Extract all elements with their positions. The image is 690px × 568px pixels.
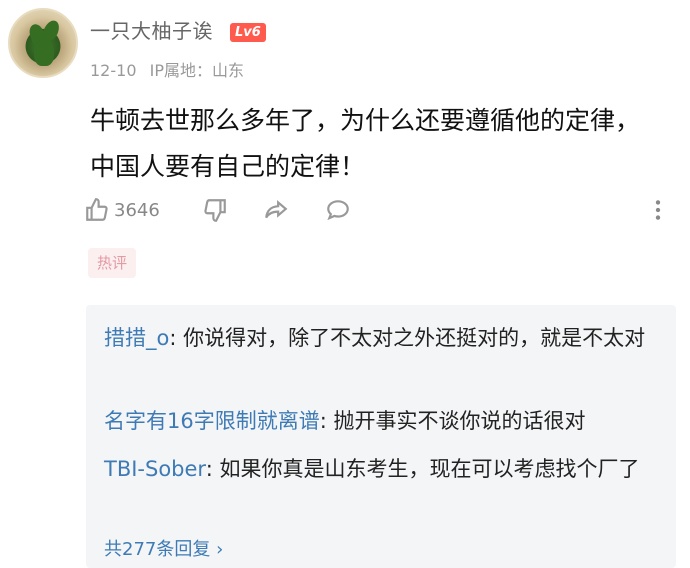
reply-separator: : [169,326,184,350]
comment-text: 牛顿去世那么多年了，为什么还要遵循他的定律， 中国人要有自己的定律！ [90,98,670,190]
reply-author[interactable]: 名字有16字限制就离谱 [104,409,320,433]
comment-date: 12-10 [90,61,137,80]
reply-item[interactable]: TBI-Sober: 如果你真是山东考生，现在可以考虑找个厂了 [104,452,664,486]
like-button[interactable]: 3646 [84,193,160,227]
comment-bubble-icon [327,200,349,221]
ip-location: IP属地：山东 [149,61,244,80]
reply-author[interactable]: TBI-Sober [104,457,206,481]
reply-text: 你说得对，除了不太对之外还挺对的，就是不太对 [183,326,646,350]
reply-box[interactable]: 措措_o: 你说得对，除了不太对之外还挺对的，就是不太对 名字有16字限制就离谱… [86,305,676,568]
reply-author[interactable]: 措措_o [104,326,169,350]
like-count: 3646 [114,199,160,221]
reply-text: 抛开事实不谈你说的话很对 [333,409,586,433]
reply-button[interactable] [324,193,352,227]
avatar[interactable] [8,8,78,78]
username[interactable]: 一只大柚子诶 [90,15,213,44]
thumbs-up-icon [86,198,108,221]
reply-item[interactable]: 措措_o: 你说得对，除了不太对之外还挺对的，就是不太对 [104,321,664,355]
more-vertical-icon [655,200,661,220]
hot-comment-tag: 热评 [88,248,137,278]
reply-separator: : [205,457,220,481]
level-badge: Lv6 [230,23,266,42]
reply-text: 如果你真是山东考生，现在可以考虑找个厂了 [219,457,640,481]
reply-separator: : [319,409,334,433]
comment-text-line: 中国人要有自己的定律！ [90,152,366,181]
comment-meta: 12-10 IP属地：山东 [90,57,252,81]
more-button[interactable] [652,193,664,227]
action-bar: 3646 [84,193,674,227]
comment-text-line: 牛顿去世那么多年了，为什么还要遵循他的定律， [90,106,641,135]
thumbs-down-icon [204,199,226,222]
view-all-replies-link[interactable]: 共277条回复 › [104,535,223,561]
dislike-button[interactable] [202,193,228,227]
reply-item[interactable]: 名字有16字限制就离谱: 抛开事实不谈你说的话很对 [104,404,664,438]
share-button[interactable] [262,193,290,227]
share-icon [265,200,288,219]
